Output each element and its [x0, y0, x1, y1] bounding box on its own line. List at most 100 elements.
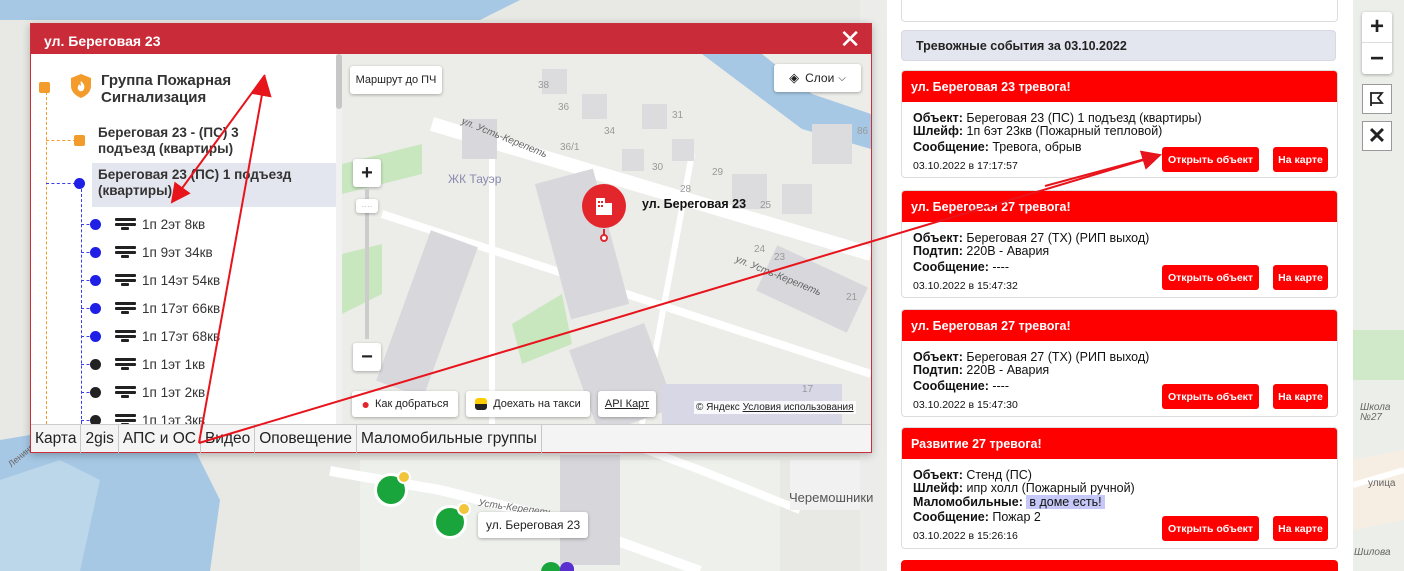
clear-button[interactable]: ✕ — [1362, 121, 1392, 151]
alarm-object-line: Объект: Береговая 27 (ТХ) (РИП выход) — [913, 350, 1150, 364]
select-tool-button[interactable] — [1362, 84, 1392, 114]
zoom-in-button[interactable]: + — [1362, 12, 1392, 43]
alarm-time: 03.10.2022 в 17:17:57 — [913, 160, 1018, 172]
alarm-card: ул. Береговая 27 тревога! Объект: Берего… — [901, 190, 1338, 298]
open-object-button[interactable]: Открыть объект — [1162, 265, 1259, 290]
object-marker[interactable] — [560, 562, 574, 571]
zoom-out-button[interactable]: − — [1362, 43, 1392, 74]
building-marker-icon[interactable] — [582, 184, 626, 228]
tab-aps[interactable]: АПС и ОС — [119, 425, 201, 453]
loop-item[interactable]: 1п 1эт 2кв — [115, 383, 205, 401]
popup-tab-bar: Карта 2gis АПС и ОС Видео Оповещение Мал… — [31, 424, 871, 453]
house-number: 24 — [754, 244, 766, 255]
show-on-map-button[interactable]: На карте — [1273, 384, 1328, 409]
school-label: Школа №27 — [1360, 402, 1391, 423]
open-object-button[interactable]: Открыть объект — [1162, 147, 1259, 172]
alarm-card-next — [901, 560, 1338, 571]
loop-item[interactable]: 1п 1эт 1кв — [115, 355, 205, 373]
low-mobility-line: Маломобильные: в доме есть! — [913, 495, 1105, 509]
tab-low-mobility[interactable]: Маломобильные группы — [357, 425, 542, 453]
route-button[interactable]: Маршрут до ПЧ — [350, 66, 442, 94]
tree-object-item[interactable]: Береговая 23 - (ПС) 3 подъезд (квартиры) — [92, 121, 302, 161]
detector-icon — [115, 386, 136, 398]
cursor-flag-icon — [1370, 92, 1384, 106]
device-tree: Группа Пожарная Сигнализация Береговая 2… — [31, 54, 342, 424]
loop-item[interactable]: 1п 17эт 66кв — [115, 299, 220, 317]
loop-item[interactable]: 1п 2эт 8кв — [115, 215, 205, 233]
house-number: 31 — [672, 110, 684, 121]
alarm-message-line: Сообщение: Тревога, обрыв — [913, 140, 1082, 154]
alarm-card: Развитие 27 тревога! Объект: Стенд (ПС) … — [901, 427, 1338, 549]
close-icon[interactable]: ✕ — [839, 26, 861, 52]
open-object-button[interactable]: Открыть объект — [1162, 516, 1259, 541]
alarm-card-header: ул. Береговая 27 тревога! — [902, 191, 1337, 222]
house-number: 86 — [857, 126, 869, 137]
loop-item[interactable]: 1п 1эт 3кв — [115, 411, 205, 424]
alarm-message-line: Сообщение: ---- — [913, 260, 1009, 274]
alarm-events-panel: Тревожные события за 03.10.2022 ул. Бере… — [887, 0, 1353, 571]
detector-icon — [115, 302, 136, 314]
how-to-get-button[interactable]: ● Как добраться — [352, 391, 458, 417]
open-object-button[interactable]: Открыть объект — [1162, 384, 1259, 409]
popup-header: ул. Береговая 23 ✕ — [31, 24, 871, 54]
popup-title: ул. Береговая 23 — [44, 33, 161, 49]
api-link[interactable]: API Карт — [598, 391, 656, 417]
layers-button[interactable]: ◈ Слои ⌵ — [774, 64, 861, 92]
yandex-map[interactable]: 38 36 31 34 36/1 30 29 28 25 24 23 21 17… — [342, 54, 871, 424]
chevron-down-icon: ⌵ — [838, 72, 846, 84]
house-number: 38 — [538, 80, 550, 91]
events-title: Тревожные события за 03.10.2022 — [901, 30, 1336, 61]
loop-dot — [90, 331, 101, 342]
detector-icon — [115, 274, 136, 286]
low-mobility-badge: в доме есть! — [1026, 495, 1105, 509]
loop-dot — [90, 275, 101, 286]
house-number: 36 — [558, 102, 570, 113]
tree-object-item-selected[interactable]: Береговая 23 (ПС) 1 подъезд (квартиры) — [92, 163, 336, 207]
tab-notification[interactable]: Оповещение — [255, 425, 358, 453]
house-number: 34 — [604, 126, 616, 137]
alarm-loop-line: Шлейф: 1п 6эт 23кв (Пожарный тепловой) — [913, 124, 1163, 138]
place-label: ЖК Тауэр — [448, 172, 502, 186]
alarm-loop-line: Шлейф: ипр холл (Пожарный ручной) — [913, 481, 1135, 495]
tree-connector — [46, 140, 76, 141]
tab-map[interactable]: Карта — [31, 425, 82, 453]
district-label: Черемошники — [789, 490, 874, 505]
street-label-right: улица — [1368, 478, 1396, 489]
taxi-button[interactable]: Доехать на такси — [466, 391, 590, 417]
alarm-message-line: Сообщение: Пожар 2 — [913, 510, 1041, 524]
zoom-in-button[interactable]: + — [353, 159, 381, 187]
show-on-map-button[interactable]: На карте — [1273, 147, 1328, 172]
tree-node-dot — [74, 135, 85, 146]
alarm-time: 03.10.2022 в 15:47:32 — [913, 280, 1018, 292]
loop-item[interactable]: 1п 14эт 54кв — [115, 271, 220, 289]
loop-dot — [90, 303, 101, 314]
terms-link[interactable]: Условия использования — [743, 402, 854, 413]
house-number: 30 — [652, 162, 664, 173]
tree-node-dot — [39, 82, 50, 93]
loop-dot — [90, 359, 101, 370]
pin-icon: ● — [361, 396, 370, 412]
detector-icon — [115, 358, 136, 370]
taxi-icon — [475, 398, 488, 410]
alarm-object-line: Объект: Береговая 27 (ТХ) (РИП выход) — [913, 231, 1150, 245]
detector-icon — [115, 330, 136, 342]
marker-point — [600, 234, 608, 242]
previous-card-edge — [901, 0, 1338, 22]
alarm-card-header: Развитие 27 тревога! — [902, 428, 1337, 459]
loop-item[interactable]: 1п 17эт 68кв — [115, 327, 220, 345]
alarm-subtype-line: Подтип: 220В - Авария — [913, 363, 1050, 377]
loop-item[interactable]: 1п 9эт 34кв — [115, 243, 213, 261]
house-number: 25 — [760, 200, 772, 211]
alarm-object-line: Объект: Стенд (ПС) — [913, 468, 1032, 482]
zoom-slider-handle[interactable]: ···· — [356, 199, 378, 213]
tab-2gis[interactable]: 2gis — [81, 425, 119, 453]
tree-connector — [46, 92, 47, 424]
zoom-out-button[interactable]: − — [353, 343, 381, 371]
detector-icon — [115, 414, 136, 424]
show-on-map-button[interactable]: На карте — [1273, 265, 1328, 290]
show-on-map-button[interactable]: На карте — [1273, 516, 1328, 541]
tree-root-label[interactable]: Группа Пожарная Сигнализация — [101, 72, 281, 106]
alarm-card-header: ул. Береговая 27 тревога! — [902, 310, 1337, 341]
house-number: 21 — [846, 292, 858, 303]
tab-video[interactable]: Видео — [201, 425, 256, 453]
